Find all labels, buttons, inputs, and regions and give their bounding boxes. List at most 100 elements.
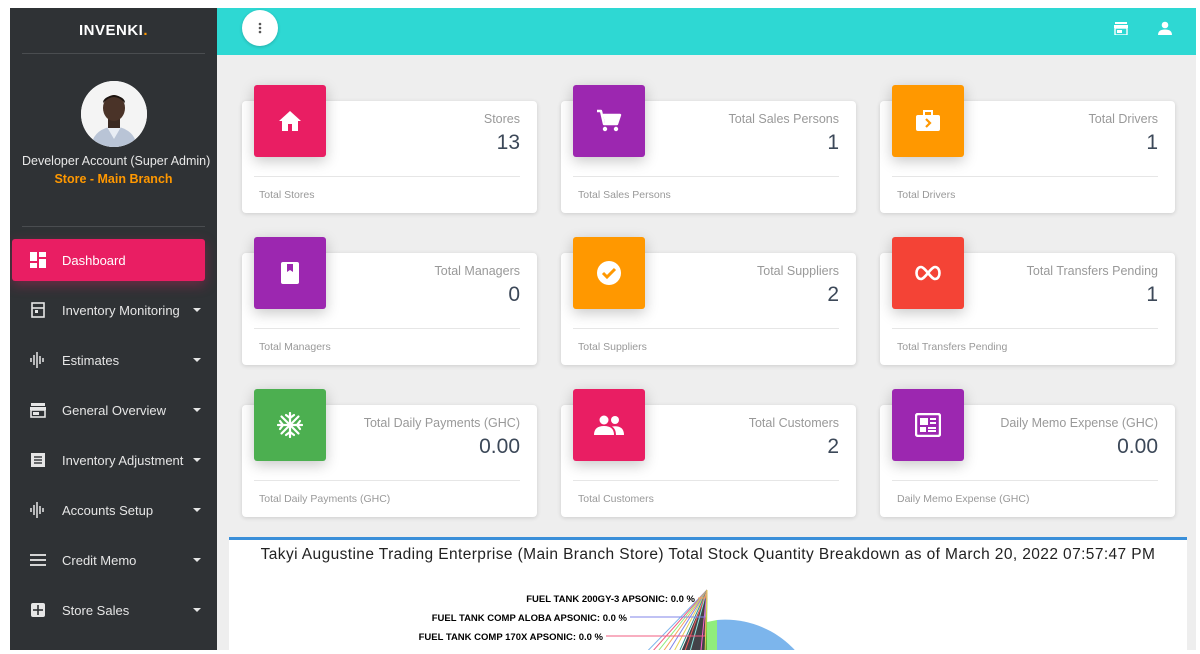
sidebar-item-label: General Overview	[62, 402, 167, 418]
card-footer: Total Daily Payments (GHC)	[259, 493, 391, 505]
home-icon	[254, 85, 326, 157]
store-icon	[30, 402, 46, 418]
divider	[254, 176, 520, 177]
pie-slice[interactable]	[717, 619, 809, 650]
brand-logo[interactable]: INVENKI.	[22, 8, 205, 54]
inventory-icon	[30, 302, 46, 318]
card-value: 1	[827, 131, 839, 154]
stat-card-transfers-pending[interactable]: Total Transfers Pending 1 Total Transfer…	[880, 237, 1175, 365]
stat-card-sales-persons[interactable]: Total Sales Persons 1 Total Sales Person…	[561, 85, 856, 213]
briefcase-icon	[892, 85, 964, 157]
more-vert-icon	[258, 22, 262, 34]
stat-card-drivers[interactable]: Total Drivers 1 Total Drivers	[880, 85, 1175, 213]
slice-label: FUEL TANK COMP ALOBA APSONIC: 0.0 %	[432, 613, 628, 624]
card-title: Total Customers	[748, 416, 839, 430]
brand-name: INVENKI	[78, 22, 144, 39]
sidebar-item-label: Estimates	[62, 352, 120, 368]
dashboard-icon	[30, 252, 46, 268]
list-icon	[30, 452, 46, 468]
card-footer: Total Sales Persons	[578, 189, 671, 201]
sidebar-item-general-overview[interactable]: General Overview	[12, 389, 205, 431]
sidebar-nav: Dashboard Inventory Monitoring Estimates	[10, 239, 217, 631]
stat-card-suppliers[interactable]: Total Suppliers 2 Total Suppliers	[561, 237, 856, 365]
store-icon[interactable]	[1113, 20, 1129, 36]
sidebar-item-credit-memo[interactable]: Credit Memo	[12, 539, 205, 581]
sidebar-item-dashboard[interactable]: Dashboard	[12, 239, 205, 281]
card-value: 1	[1146, 283, 1158, 306]
sidebar-item-inventory-monitoring[interactable]: Inventory Monitoring	[12, 289, 205, 331]
sidebar-item-store-sales[interactable]: Store Sales	[12, 589, 205, 631]
card-value: 2	[827, 283, 839, 306]
user-profile: Developer Account (Super Admin) Store - …	[22, 54, 211, 227]
card-value: 1	[1146, 131, 1158, 154]
store-name[interactable]: Store - Main Branch	[22, 172, 205, 186]
newspaper-icon	[892, 389, 964, 461]
app-window: INVENKI. Developer Account (Super Admin)…	[10, 8, 1196, 650]
account-name: Developer Account (Super Admin)	[22, 154, 211, 168]
sales-icon	[30, 602, 46, 618]
card-title: Stores	[483, 112, 520, 126]
sidebar-item-label: Store Sales	[62, 602, 130, 618]
cart-icon	[573, 85, 645, 157]
sidebar-item-label: Credit Memo	[62, 552, 137, 568]
card-value: 13	[496, 131, 520, 154]
user-icon[interactable]	[1157, 20, 1173, 36]
stat-card-daily-payments[interactable]: Total Daily Payments (GHC) 0.00 Total Da…	[242, 389, 537, 517]
card-title: Daily Memo Expense (GHC)	[1000, 416, 1158, 430]
card-footer: Total Transfers Pending	[897, 341, 1008, 353]
sidebar-item-inventory-adjustment[interactable]: Inventory Adjustment	[12, 439, 205, 481]
card-footer: Total Stores	[259, 189, 315, 201]
divider	[573, 480, 839, 481]
top-navbar	[217, 8, 1196, 55]
pie-chart: FUEL TANK 200GY-3 APSONIC: 0.0 % FUEL TAN…	[419, 589, 809, 650]
card-title: Total Daily Payments (GHC)	[363, 416, 520, 430]
card-title: Total Managers	[434, 264, 520, 278]
card-value: 0.00	[1117, 435, 1158, 458]
check-circle-icon	[573, 237, 645, 309]
card-value: 2	[827, 435, 839, 458]
stat-card-managers[interactable]: Total Managers 0 Total Managers	[242, 237, 537, 365]
chevron-down-icon	[193, 308, 201, 312]
chevron-down-icon	[193, 458, 201, 462]
chevron-down-icon	[193, 558, 201, 562]
waveform-icon	[30, 352, 46, 368]
card-footer: Daily Memo Expense (GHC)	[897, 493, 1030, 505]
chevron-down-icon	[193, 358, 201, 362]
divider	[892, 176, 1158, 177]
brand-dot: .	[143, 22, 148, 39]
infinity-icon	[892, 237, 964, 309]
snowflake-icon	[254, 389, 326, 461]
divider	[892, 328, 1158, 329]
card-footer: Total Drivers	[897, 189, 956, 201]
stock-breakdown-chart: Takyi Augustine Trading Enterprise (Main…	[229, 537, 1187, 650]
card-footer: Total Customers	[578, 493, 654, 505]
sidebar-item-accounts-setup[interactable]: Accounts Setup	[12, 489, 205, 531]
waveform-icon	[30, 502, 46, 518]
sidebar-item-label: Inventory Adjustment	[62, 452, 184, 468]
divider	[254, 480, 520, 481]
divider	[892, 480, 1158, 481]
more-vert-button[interactable]	[242, 10, 278, 46]
stat-card-stores[interactable]: Stores 13 Total Stores	[242, 85, 537, 213]
card-title: Total Sales Persons	[728, 112, 839, 126]
card-footer: Total Suppliers	[578, 341, 647, 353]
card-title: Total Drivers	[1088, 112, 1158, 126]
card-title: Total Suppliers	[757, 264, 839, 278]
sidebar-item-label: Inventory Monitoring	[62, 302, 180, 318]
people-icon	[573, 389, 645, 461]
divider	[573, 328, 839, 329]
stat-card-customers[interactable]: Total Customers 2 Total Customers	[561, 389, 856, 517]
divider	[254, 328, 520, 329]
card-footer: Total Managers	[259, 341, 331, 353]
sidebar-item-label: Dashboard	[62, 252, 126, 268]
card-value: 0	[508, 283, 520, 306]
avatar[interactable]	[80, 81, 147, 147]
sidebar-item-estimates[interactable]: Estimates	[12, 339, 205, 381]
sidebar: INVENKI. Developer Account (Super Admin)…	[10, 8, 217, 650]
stat-card-memo-expense[interactable]: Daily Memo Expense (GHC) 0.00 Daily Memo…	[880, 389, 1175, 517]
chevron-down-icon	[193, 408, 201, 412]
pie-slice[interactable]	[707, 620, 717, 650]
slice-label: FUEL TANK COMP 170X APSONIC: 0.0 %	[419, 632, 604, 643]
card-value: 0.00	[479, 435, 520, 458]
menu-icon	[30, 552, 46, 568]
